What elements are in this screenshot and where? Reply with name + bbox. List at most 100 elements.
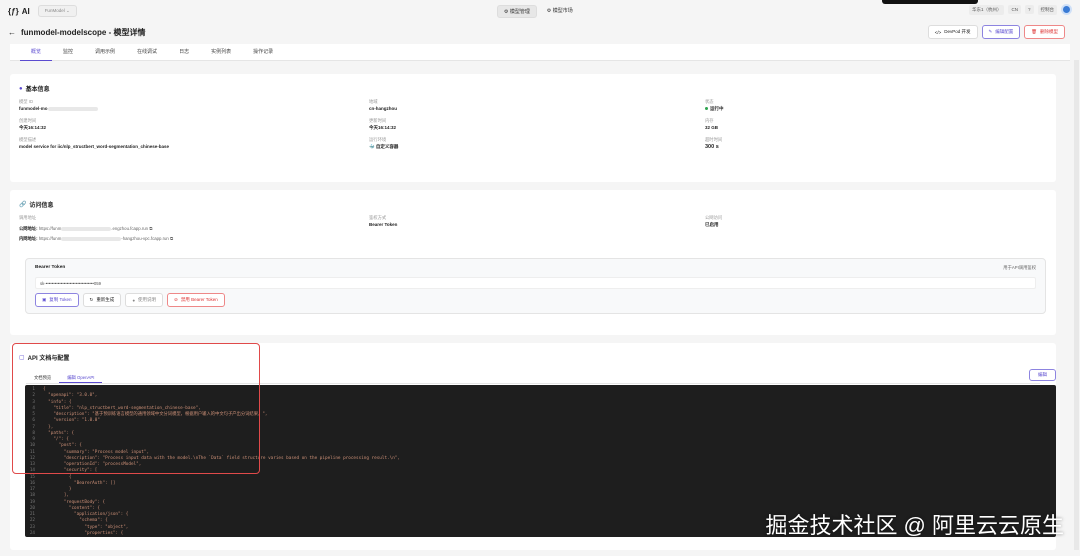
nav-label: 模型市场	[552, 8, 573, 14]
logo-icon: {ƒ}	[8, 6, 19, 16]
code-text: "properties": {	[43, 530, 124, 536]
nav-model-market[interactable]: ⚙ 模型市场	[541, 5, 579, 18]
field-label: 调用地址	[19, 215, 37, 220]
token-input[interactable]: sk-••••••••••••••••••••••••••••••••059	[35, 277, 1036, 289]
copy-icon[interactable]: ⧉	[149, 226, 152, 231]
field-label: 创建时间	[19, 118, 37, 123]
scrollbar[interactable]	[1074, 60, 1079, 550]
created-time: 今天16:14:32	[19, 125, 47, 130]
public-access-value: 已启用	[705, 222, 719, 227]
access-info-card: 🔗 访问信息 调用地址 公网地址: https://funm .engzhou.fc…	[10, 190, 1056, 335]
updated-time: 今天16:14:32	[369, 125, 397, 130]
doc-icon: ▢	[19, 355, 25, 361]
button-label: 重新生成	[96, 297, 115, 302]
help-button[interactable]: ?	[1024, 5, 1034, 14]
model-description: model service for iic/nlp_structbert_wor…	[19, 144, 170, 149]
auth-method: Bearer Token	[369, 222, 398, 227]
section-title: 基本信息	[25, 87, 50, 93]
copy-icon[interactable]: ⧉	[170, 236, 173, 241]
regenerate-button[interactable]: ↻ 重新生成	[82, 293, 122, 307]
redacted	[61, 226, 112, 231]
region-value: cn-hangzhou	[369, 106, 397, 111]
timeout-value: 300 s	[705, 144, 719, 150]
button-label: 复制 Token	[49, 297, 72, 302]
trash-icon: 🗑	[1031, 29, 1037, 34]
button-label: 禁用 Bearer Token	[180, 297, 218, 302]
tab-debug[interactable]: 在线调试	[126, 44, 168, 61]
ban-icon: ⊘	[174, 297, 178, 302]
field-label: 公网访问	[705, 215, 723, 220]
token-title: Bearer Token	[35, 265, 66, 270]
bearer-token-panel: Bearer Token 用于API调用鉴权 sk-•••••••••••••••…	[25, 258, 1046, 314]
field-label: 模型 ID	[19, 99, 34, 104]
edit-button[interactable]: 编辑	[1029, 369, 1056, 381]
logo-text: AI	[21, 6, 30, 16]
private-url-end: -hangzhou-vpc.fcapp.run	[121, 236, 169, 241]
runtime-value: 自定义容器	[375, 144, 399, 149]
back-arrow-icon[interactable]: ←	[8, 28, 16, 37]
token-hint: 用于API调用鉴权	[1003, 265, 1036, 270]
code-icon: </>	[934, 29, 942, 35]
link-icon: 🔗	[19, 202, 27, 208]
memory-value: 32 GB	[705, 125, 719, 130]
status-badge: 运行中	[710, 106, 724, 111]
model-id: funmodel-mo	[19, 106, 48, 111]
field-label: 更新时间	[369, 118, 387, 123]
edit-config-button[interactable]: ✎ 编辑配置	[981, 25, 1021, 39]
field-label: 运行环境	[369, 137, 387, 142]
nav-model-management[interactable]: ⚙ 模型管理	[497, 5, 537, 18]
info-icon: ●	[19, 85, 23, 92]
button-label: DevPod 开发	[944, 29, 971, 34]
button-label: 使用说明	[138, 297, 157, 302]
devpod-button[interactable]: </> DevPod 开发	[927, 25, 978, 39]
line-number: 24	[29, 530, 35, 536]
tab-monitor[interactable]: 监控	[52, 44, 84, 61]
tab-instances[interactable]: 实例列表	[200, 44, 242, 61]
section-title: API 文档与配置	[27, 356, 70, 362]
language-toggle[interactable]: CN	[1008, 5, 1021, 14]
delete-model-button[interactable]: 🗑 删除模型	[1024, 25, 1065, 39]
refresh-icon: ↻	[89, 297, 94, 302]
button-label: 删除模型	[1040, 29, 1058, 34]
public-url-end: .engzhou.fcapp.run	[111, 226, 149, 231]
edit-icon: ✎	[988, 29, 993, 34]
field-label: 模型描述	[19, 137, 37, 142]
tab-operations[interactable]: 操作记录	[242, 44, 284, 61]
tab-bar: 概览 监控 调用示例 在线调试 日志 实例列表 操作记录	[10, 44, 1070, 61]
page-title: funmodel-modelscope - 模型详情	[21, 27, 146, 37]
logo: {ƒ} AI	[8, 7, 30, 16]
basic-info-card: ● 基本信息 模型 ID funmodel-mo 地域 cn-hangzhou 状态运…	[10, 74, 1056, 182]
tab-edit-openapi[interactable]: 编辑 OpenAPI	[59, 372, 103, 383]
workspace-select[interactable]: FunModel ⌄	[37, 5, 77, 17]
console-link[interactable]: 控制台	[1037, 4, 1057, 15]
private-url: https://funm	[38, 236, 62, 241]
section-title: 访问信息	[29, 203, 54, 209]
redacted	[47, 106, 98, 111]
usage-button[interactable]: ● 使用说明	[125, 293, 164, 307]
tab-doc-preview[interactable]: 文档预览	[26, 372, 59, 383]
watermark: 掘金技术社区 @ 阿里云云原生	[765, 513, 1064, 538]
docker-icon: 🐳	[369, 144, 375, 149]
avatar[interactable]	[1061, 4, 1072, 15]
tab-overview[interactable]: 概览	[20, 44, 53, 61]
field-label: 超时时间	[705, 137, 723, 142]
public-url-label: 公网地址:	[19, 226, 38, 231]
tab-logs[interactable]: 日志	[168, 44, 200, 61]
copy-token-button[interactable]: ▣ 复制 Token	[35, 293, 79, 307]
field-label: 地域	[369, 99, 378, 104]
disable-token-button[interactable]: ⊘ 禁用 Bearer Token	[167, 293, 225, 307]
private-url-label: 内网地址:	[19, 236, 38, 241]
field-label: 鉴权方式	[369, 215, 387, 220]
workspace-label: FunModel	[44, 8, 65, 13]
field-label: 内存	[705, 118, 714, 123]
tab-examples[interactable]: 调用示例	[84, 44, 126, 61]
info-icon: ●	[132, 297, 136, 303]
redacted	[61, 236, 122, 241]
public-url: https://funm	[38, 226, 62, 231]
button-label: 编辑配置	[995, 29, 1014, 34]
nav-label: 模型管理	[509, 9, 530, 15]
region-select[interactable]: 华东1（杭州）	[968, 4, 1005, 15]
field-label: 状态	[705, 99, 714, 104]
copy-icon: ▣	[42, 297, 47, 302]
top-bar: {ƒ} AI FunModel ⌄ ⚙ 模型管理 ⚙ 模型市场 华东1（杭州） C…	[0, 0, 1080, 22]
